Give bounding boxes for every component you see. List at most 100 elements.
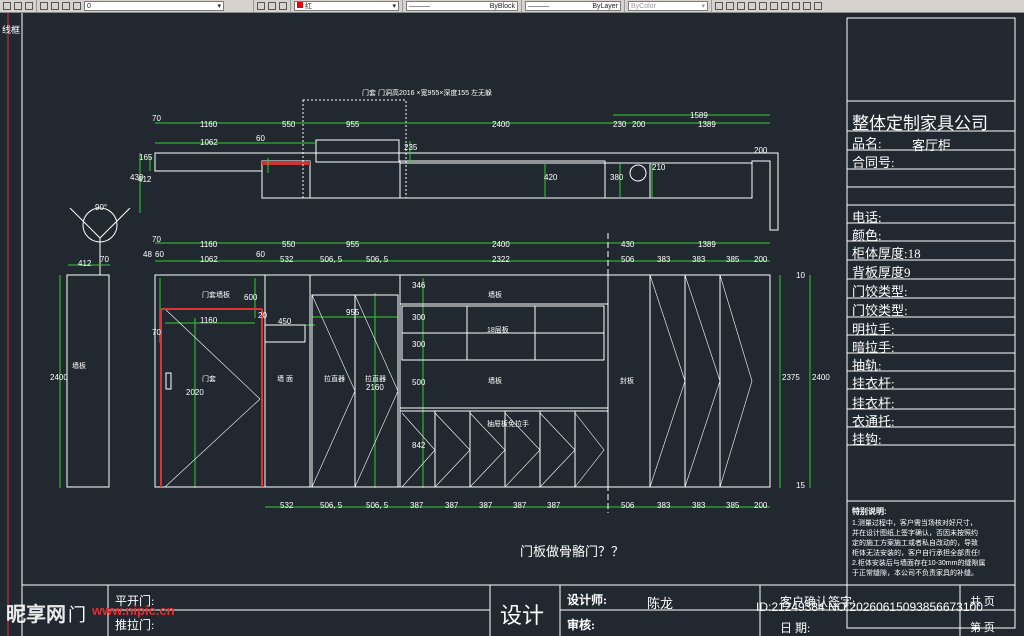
linetype-value: ByBlock <box>489 2 515 10</box>
hatch-tool-icon[interactable] <box>814 2 822 10</box>
label-wall: 墙 面 <box>277 376 293 383</box>
rod-label-2: 挂衣杆: <box>852 396 895 411</box>
dim-text: 385 <box>726 501 740 510</box>
layer-value: 0 <box>87 2 91 10</box>
dim-text: 2400 <box>492 240 510 249</box>
dim-text: 506, 5 <box>366 255 389 264</box>
label-door-frame: 门套 <box>202 376 216 383</box>
hinge-type-label-1: 门饺类型: <box>852 284 908 299</box>
polyline-tool-icon[interactable] <box>726 2 734 10</box>
note-line: 1.测量过程中，客户需当场核对好尺寸， <box>852 520 977 527</box>
dim-text: 70 <box>152 114 161 123</box>
layer-dropdown[interactable]: 0 ▾ <box>84 1 224 11</box>
viewport-label[interactable]: 线框 <box>2 23 20 36</box>
dim-text: 346 <box>412 281 426 290</box>
linetype-dropdown[interactable]: ——— ByBlock <box>406 1 518 11</box>
color-dropdown[interactable]: 红 ▾ <box>294 1 399 11</box>
rod-holder-label: 衣通托: <box>852 414 895 429</box>
dim-text: 1062 <box>200 255 218 264</box>
circle-angle-text: 90° <box>95 203 108 212</box>
layer-props-icon[interactable] <box>14 2 22 10</box>
dim-text: 383 <box>657 255 671 264</box>
dim-text: 165 <box>139 153 153 162</box>
dim-text: 2400 <box>50 373 68 382</box>
product-value: 客厅柜 <box>912 138 952 153</box>
dim-text: 1589 <box>690 111 708 120</box>
rod-label-1: 挂衣杆: <box>852 376 895 391</box>
dim-text: 383 <box>692 255 706 264</box>
dim-text: 387 <box>410 501 424 510</box>
layer-prev-icon[interactable] <box>268 2 276 10</box>
dim-text: 842 <box>412 441 426 450</box>
arc-tool-icon[interactable] <box>759 2 767 10</box>
note-line: 柜体无法安装的，客户自行承担全部责任! <box>852 550 980 557</box>
layer-iso-icon[interactable] <box>25 2 33 10</box>
dim-text: 210 <box>652 163 666 172</box>
dim-text: 387 <box>547 501 561 510</box>
dim-text: 550 <box>282 240 296 249</box>
watermark-logo: 昵享网 <box>6 604 66 626</box>
revcloud-tool-icon[interactable] <box>781 2 789 10</box>
line-sample: ——— <box>409 2 430 10</box>
color-square-icon[interactable] <box>73 2 81 10</box>
chevron-down-icon: ▾ <box>392 3 396 10</box>
dim-text: 500 <box>412 378 426 387</box>
spline-tool-icon[interactable] <box>792 2 800 10</box>
label-left-wall-board: 墙板 <box>72 363 86 370</box>
sun-icon[interactable] <box>51 2 59 10</box>
lineweight-value: ByLayer <box>592 2 618 10</box>
lightbulb-icon[interactable] <box>40 2 48 10</box>
dim-text: 20 <box>258 311 267 320</box>
ellipse-tool-icon[interactable] <box>803 2 811 10</box>
note-line: 2.柜体安装后与墙面存在10-30mm的缝隙属 <box>852 560 986 567</box>
color-label: 颜色: <box>852 228 882 243</box>
dim-text: 10 <box>796 271 805 280</box>
sliding-door-label: 推拉门: <box>115 618 155 632</box>
design-label: 设计 <box>500 603 545 628</box>
dim-text: 506 <box>621 501 635 510</box>
dim-text: 60 <box>155 250 164 259</box>
rectangle-tool-icon[interactable] <box>748 2 756 10</box>
layer-walk-icon[interactable] <box>279 2 287 10</box>
toolbar-left-group <box>0 0 37 12</box>
door-type-label: 门 <box>68 605 86 625</box>
contract-label: 合同号: <box>852 155 895 170</box>
designer-name: 陈龙 <box>647 596 674 611</box>
drawing-canvas[interactable]: 70 1160 550 955 2400 230 200 1589 1389 1… <box>0 13 1024 636</box>
lineweight-dropdown[interactable]: ——— ByLayer <box>525 1 621 11</box>
dim-text: 506, 5 <box>320 501 343 510</box>
layer-match-icon[interactable] <box>257 2 265 10</box>
dim-text: 2160 <box>366 383 384 392</box>
lock-icon[interactable] <box>62 2 70 10</box>
note-line: 并在设计图纸上签字确认，否因未按照约 <box>852 530 978 537</box>
door-diagonals <box>164 274 753 488</box>
cad-toolbar: 0 ▾ 红 ▾ ——— ByBlock ——— ByLayer ByColor ▾ <box>0 0 1024 13</box>
phone-label: 电话: <box>852 210 882 225</box>
lineweight-combo-group: ——— ByLayer <box>522 0 625 12</box>
plotstyle-combo-group: ByColor ▾ <box>625 0 712 12</box>
dim-text: 200 <box>754 146 768 155</box>
dim-text: 2375 <box>782 373 800 382</box>
layer-state-icon[interactable] <box>3 2 11 10</box>
hook-label: 挂钩: <box>852 432 882 447</box>
dim-text: 200 <box>754 501 768 510</box>
watermark-url: www.nipic.cn <box>92 603 175 618</box>
dim-text: 450 <box>278 317 292 326</box>
label-sealing-board: 封板 <box>620 378 634 385</box>
thickness-label: 柜体厚度:18 <box>852 246 921 261</box>
label-wall-board-mid: 墙板 <box>488 378 502 385</box>
polygon-tool-icon[interactable] <box>737 2 745 10</box>
top-note: 门套 门洞高2016 ×宽955×深度155 左无躲 <box>362 90 492 97</box>
line-sample: ——— <box>528 2 549 10</box>
plotstyle-dropdown[interactable]: ByColor ▾ <box>628 1 708 11</box>
dim-text: 506, 5 <box>320 255 343 264</box>
line-tool-icon[interactable] <box>715 2 723 10</box>
dim-text: 380 <box>610 173 624 182</box>
red-door-frame <box>160 308 263 487</box>
chevron-down-icon: ▾ <box>217 3 221 10</box>
dim-text: 200 <box>632 120 646 129</box>
plan-view <box>154 139 779 231</box>
circle-tool-icon[interactable] <box>770 2 778 10</box>
dim-text: 2400 <box>492 120 510 129</box>
dim-text: 383 <box>692 501 706 510</box>
